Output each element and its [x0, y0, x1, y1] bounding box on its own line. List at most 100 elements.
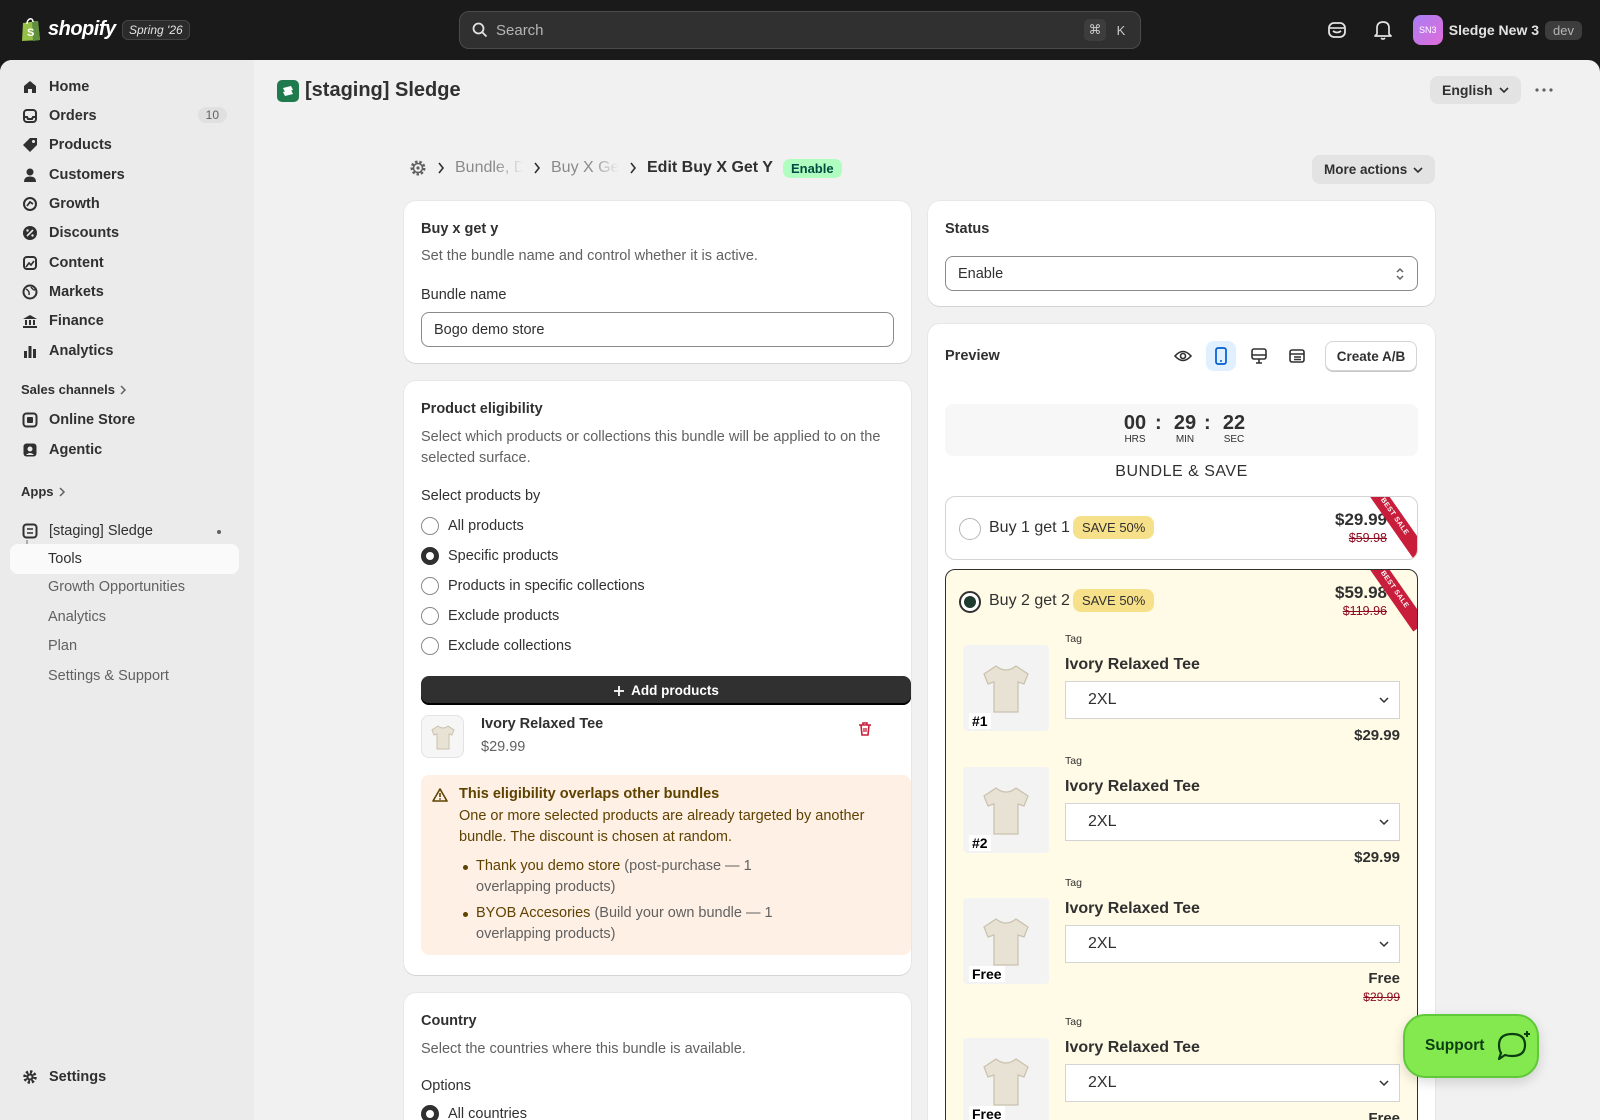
sidebar-item-finance[interactable]: Finance — [10, 307, 233, 335]
apps-section[interactable]: Apps — [21, 484, 66, 499]
avatar[interactable]: SN3 — [1412, 15, 1443, 45]
growth-icon — [21, 195, 39, 213]
radio-exclude-collections[interactable]: Exclude collections — [421, 637, 571, 655]
bar-chart-icon — [21, 342, 39, 360]
save-badge: SAVE 50% — [1073, 516, 1155, 539]
mobile-view-icon[interactable] — [1206, 341, 1236, 371]
radio-label: All products — [448, 518, 524, 534]
offer-radio[interactable] — [959, 518, 981, 540]
support-button[interactable]: Support — [1403, 1014, 1539, 1078]
layout-view-icon[interactable] — [1282, 341, 1312, 371]
overlap-bundle-link[interactable]: Thank you demo store — [476, 858, 620, 874]
globe-icon — [21, 283, 39, 301]
breadcrumb-buy-x-get-y[interactable]: Buy X Get Y — [551, 159, 619, 177]
chevron-down-icon — [1379, 1080, 1389, 1087]
offer-tier-1[interactable]: Buy 1 get 1 SAVE 50% $29.99 $59.98 BEST … — [945, 496, 1418, 560]
sidebar-item-content[interactable]: Content — [10, 249, 233, 277]
radio-button[interactable] — [421, 577, 439, 595]
sidebar: Home Orders 10 Products Customers Growth… — [0, 60, 254, 1120]
sidebar-item-analytics[interactable]: Analytics — [10, 337, 233, 365]
item-name: Ivory Relaxed Tee — [1065, 656, 1200, 673]
eye-icon[interactable] — [1168, 341, 1198, 371]
chevron-down-icon — [1498, 87, 1509, 94]
radio-button-selected[interactable] — [421, 547, 439, 565]
radio-button-selected[interactable] — [421, 1105, 439, 1120]
sales-channels-section[interactable]: Sales channels — [21, 382, 127, 397]
page-title: Edit Buy X Get Y — [647, 159, 773, 176]
language-selector[interactable]: English — [1430, 76, 1521, 104]
sidebar-item-label: Products — [49, 137, 112, 153]
more-actions-label: More actions — [1324, 162, 1408, 177]
offer-tier-2[interactable]: Buy 2 get 2 SAVE 50% $59.98 $119.96 BEST… — [945, 569, 1418, 1120]
settings-cog-icon[interactable] — [409, 159, 427, 177]
sidebar-item-home[interactable]: Home — [10, 73, 233, 101]
bundle-card: Buy x get y Set the bundle name and cont… — [404, 201, 911, 363]
size-select[interactable]: 2XL — [1065, 1064, 1400, 1102]
home-icon — [21, 78, 39, 96]
sidebar-item-tools[interactable]: Tools — [10, 544, 239, 574]
size-value: 2XL — [1088, 1074, 1117, 1091]
radio-all-products[interactable]: All products — [421, 517, 524, 535]
sidekick-icon[interactable] — [1321, 14, 1353, 46]
desktop-view-icon[interactable] — [1244, 341, 1274, 371]
sidebar-item-growth[interactable]: Growth — [10, 190, 233, 218]
bell-icon[interactable] — [1367, 14, 1399, 46]
sidebar-item-app-analytics[interactable]: Analytics — [48, 609, 106, 625]
radio-exclude-products[interactable]: Exclude products — [421, 607, 559, 625]
size-select[interactable]: 2XL — [1065, 925, 1400, 963]
overlap-item: Thank you demo store (post-purchase — 1 … — [463, 856, 806, 898]
status-card: Status Enable — [928, 201, 1435, 306]
breadcrumb-bundles[interactable]: Bundle, Discounts — [455, 159, 523, 177]
preview-title: Preview — [945, 348, 1000, 364]
brand-name: shopify — [48, 17, 116, 40]
bundle-name-input[interactable]: Bogo demo store — [421, 312, 894, 347]
sidebar-item-customers[interactable]: Customers — [10, 161, 233, 189]
sidebar-item-products[interactable]: Products — [10, 131, 233, 159]
tshirt-icon — [983, 665, 1029, 713]
status-value: Enable — [958, 265, 1004, 282]
sidebar-item-plan[interactable]: Plan — [48, 638, 77, 654]
overlap-bundle-link[interactable]: BYOB Accesories — [476, 905, 590, 921]
radio-button[interactable] — [421, 517, 439, 535]
size-value: 2XL — [1088, 813, 1117, 830]
shopify-logo[interactable]: S shopify — [20, 16, 116, 42]
more-options-icon[interactable] — [1530, 76, 1558, 104]
status-select[interactable]: Enable — [945, 256, 1418, 291]
sidebar-item-label: Growth — [49, 196, 100, 212]
offer-radio-selected[interactable] — [959, 591, 981, 613]
radio-label: Exclude collections — [448, 638, 572, 654]
radio-specific-products[interactable]: Specific products — [421, 547, 558, 565]
country-options-label: Options — [421, 1078, 471, 1094]
sidebar-item-markets[interactable]: Markets — [10, 278, 233, 306]
radio-button[interactable] — [421, 637, 439, 655]
sidebar-item-discounts[interactable]: Discounts — [10, 219, 233, 247]
add-products-button[interactable]: Add products — [421, 676, 911, 705]
create-ab-button[interactable]: Create A/B — [1325, 341, 1417, 371]
warning-title: This eligibility overlaps other bundles — [459, 786, 720, 802]
gear-icon — [21, 1068, 39, 1086]
bundle-name-value: Bogo demo store — [434, 321, 545, 338]
search-input[interactable]: Search — [496, 22, 544, 39]
offer-old-price: $119.96 — [1342, 604, 1387, 618]
sidebar-item-agentic[interactable]: Agentic — [10, 436, 233, 464]
radio-button[interactable] — [421, 607, 439, 625]
sidebar-item-orders[interactable]: Orders 10 — [10, 102, 233, 130]
chevron-right-icon — [120, 384, 127, 395]
sidebar-item-settings-support[interactable]: Settings & Support — [48, 668, 169, 684]
sidebar-item-label: Customers — [49, 167, 125, 183]
sidebar-item-growth-opportunities[interactable]: Growth Opportunities — [48, 579, 185, 595]
sidebar-item-online-store[interactable]: Online Store — [10, 406, 233, 434]
radio-products-in-collections[interactable]: Products in specific collections — [421, 577, 645, 595]
sidebar-item-app-sledge[interactable]: [staging] Sledge — [10, 517, 233, 545]
item-badge: Free — [969, 966, 1005, 982]
radio-all-countries[interactable]: All countries — [421, 1105, 527, 1120]
radio-label: Specific products — [448, 548, 559, 564]
size-select[interactable]: 2XL — [1065, 803, 1400, 841]
size-select[interactable]: 2XL — [1065, 681, 1400, 719]
delete-icon[interactable] — [857, 721, 873, 737]
more-actions-button[interactable]: More actions — [1312, 155, 1436, 184]
sidebar-item-settings[interactable]: Settings — [10, 1063, 233, 1091]
search-bar[interactable]: Search ⌘ K — [459, 11, 1141, 49]
warning-body: One or more selected products are alread… — [459, 808, 865, 845]
store-name[interactable]: Sledge New 3 — [1449, 22, 1539, 38]
